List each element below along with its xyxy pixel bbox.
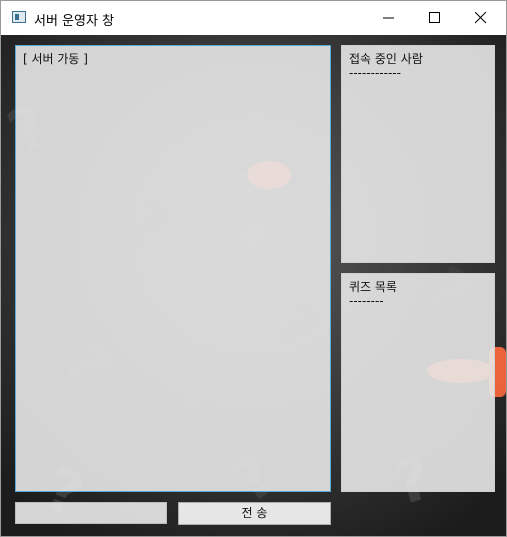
quiz-list-title: 퀴즈 목록 xyxy=(349,280,397,294)
title-bar[interactable]: 서버 운영자 창 xyxy=(1,1,506,35)
server-log-text: [ 서버 가동 ] xyxy=(23,52,88,66)
client-area: ? ? ? ? ? ? ? ? ? ? ? [ 서버 가동 ] 접속 중인 xyxy=(1,35,506,536)
maximize-button[interactable] xyxy=(412,1,458,35)
close-button[interactable] xyxy=(458,1,504,35)
server-log-area[interactable]: [ 서버 가동 ] xyxy=(15,45,331,492)
window-title: 서버 운영자 창 xyxy=(34,14,115,29)
app-icon xyxy=(12,11,26,23)
message-input[interactable] xyxy=(15,502,167,524)
minimize-icon xyxy=(383,17,394,19)
connected-users-divider: ------------ xyxy=(349,66,401,80)
connected-users-title: 접속 중인 사람 xyxy=(349,52,423,66)
maximize-icon xyxy=(429,12,440,23)
send-button[interactable]: 전 송 xyxy=(178,502,331,525)
quiz-list-divider: -------- xyxy=(349,294,384,308)
close-icon xyxy=(475,12,487,24)
server-operator-window: 서버 운영자 창 ? ? ? ? ? ? xyxy=(0,0,507,537)
quiz-list-area[interactable]: 퀴즈 목록 -------- xyxy=(341,273,495,492)
minimize-button[interactable] xyxy=(366,1,412,35)
connected-users-area[interactable]: 접속 중인 사람 ------------ xyxy=(341,45,495,263)
